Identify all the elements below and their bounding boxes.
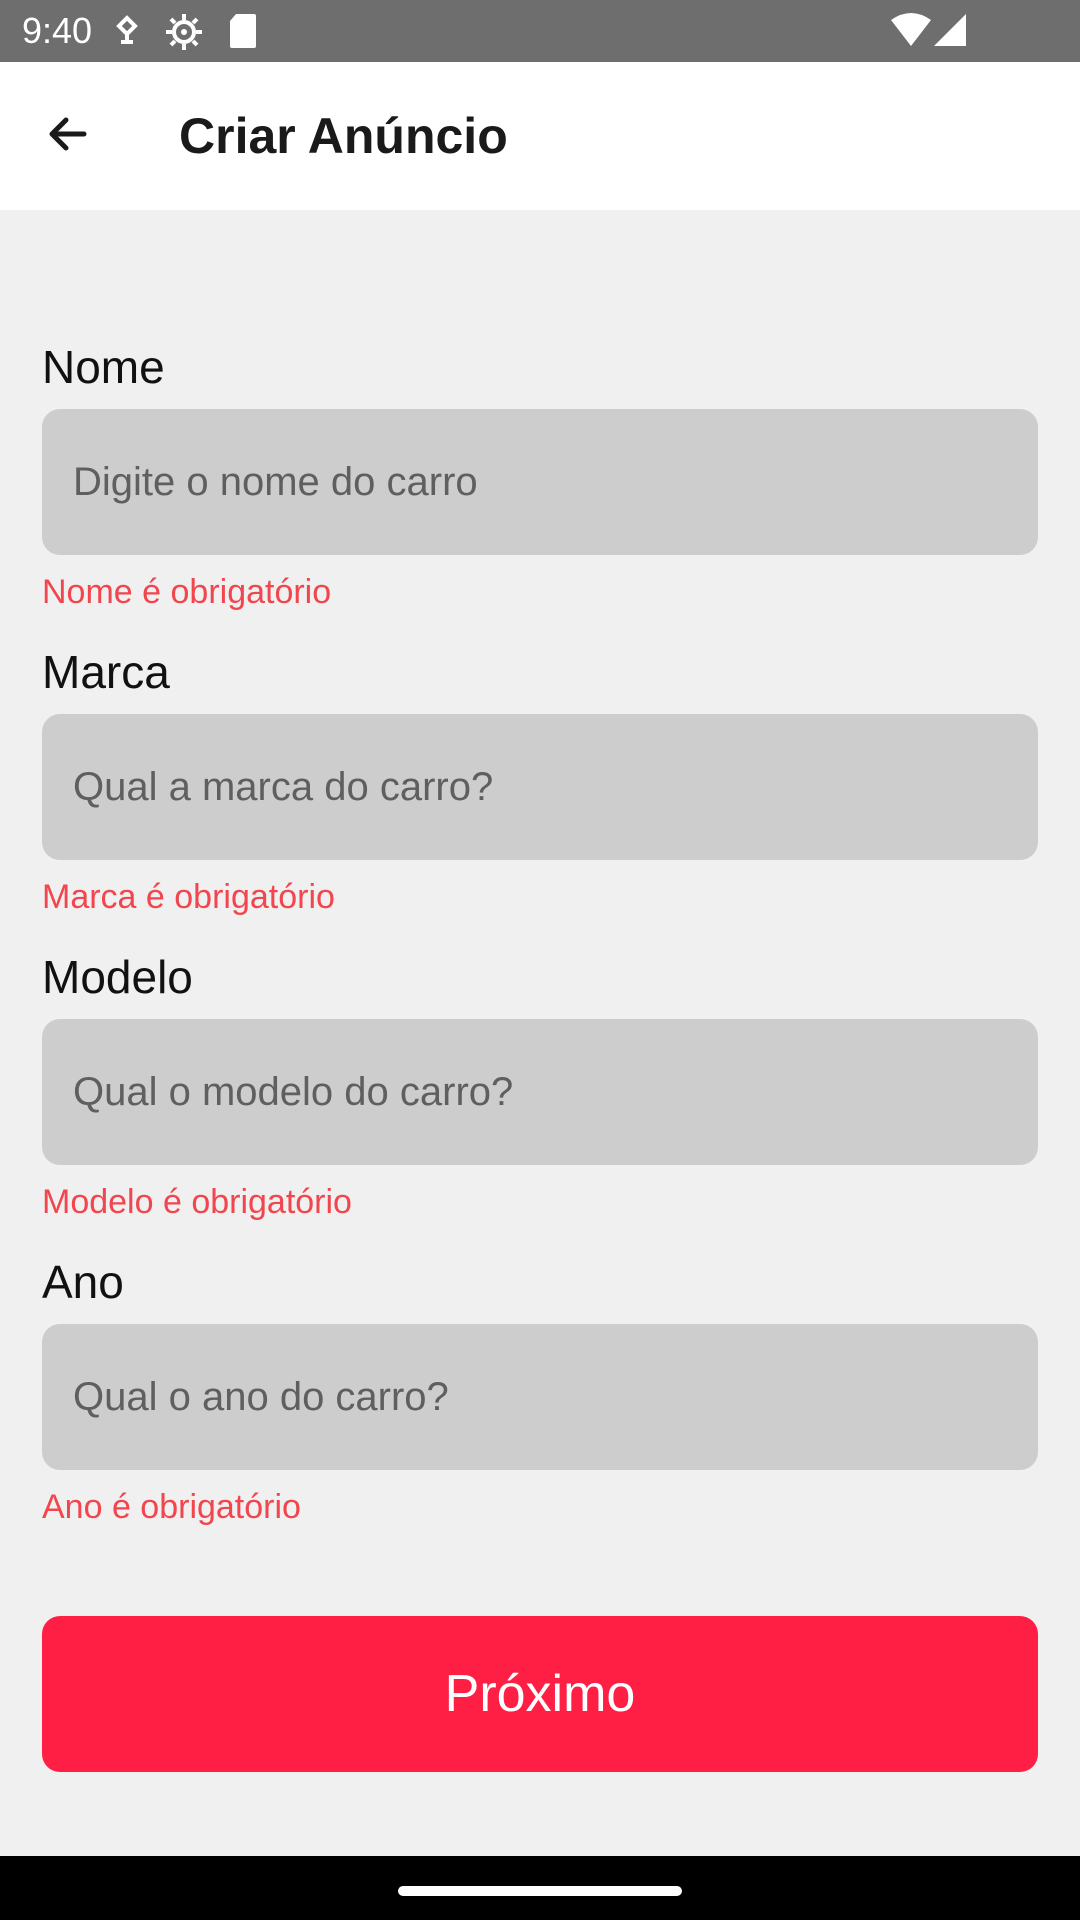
page-title: Criar Anúncio [179, 108, 508, 164]
year-label: Ano [42, 1256, 124, 1308]
home-indicator[interactable] [398, 1886, 682, 1896]
model-label: Modelo [42, 951, 193, 1003]
settings-gear-icon [164, 12, 204, 57]
brand-label: Marca [42, 646, 170, 698]
year-input[interactable] [42, 1324, 1038, 1470]
arrow-back-icon [44, 110, 92, 163]
year-error: Ano é obrigatório [42, 1488, 301, 1526]
usb-debug-icon [112, 12, 142, 55]
cellular-signal-icon [932, 12, 968, 53]
name-label: Nome [42, 341, 165, 393]
status-bar: 9:40 [0, 0, 1080, 62]
back-button[interactable] [28, 100, 108, 172]
next-button[interactable]: Próximo [42, 1616, 1038, 1772]
app-bar: Criar Anúncio [0, 62, 1080, 210]
model-input[interactable] [42, 1019, 1038, 1165]
status-time: 9:40 [22, 10, 93, 51]
name-error: Nome é obrigatório [42, 573, 332, 611]
wifi-icon [890, 12, 932, 53]
model-error: Modelo é obrigatório [42, 1183, 352, 1221]
brand-input[interactable] [42, 714, 1038, 860]
name-input[interactable] [42, 409, 1038, 555]
sd-card-icon [228, 12, 258, 55]
brand-error: Marca é obrigatório [42, 878, 335, 916]
system-nav-bar [0, 1856, 1080, 1920]
